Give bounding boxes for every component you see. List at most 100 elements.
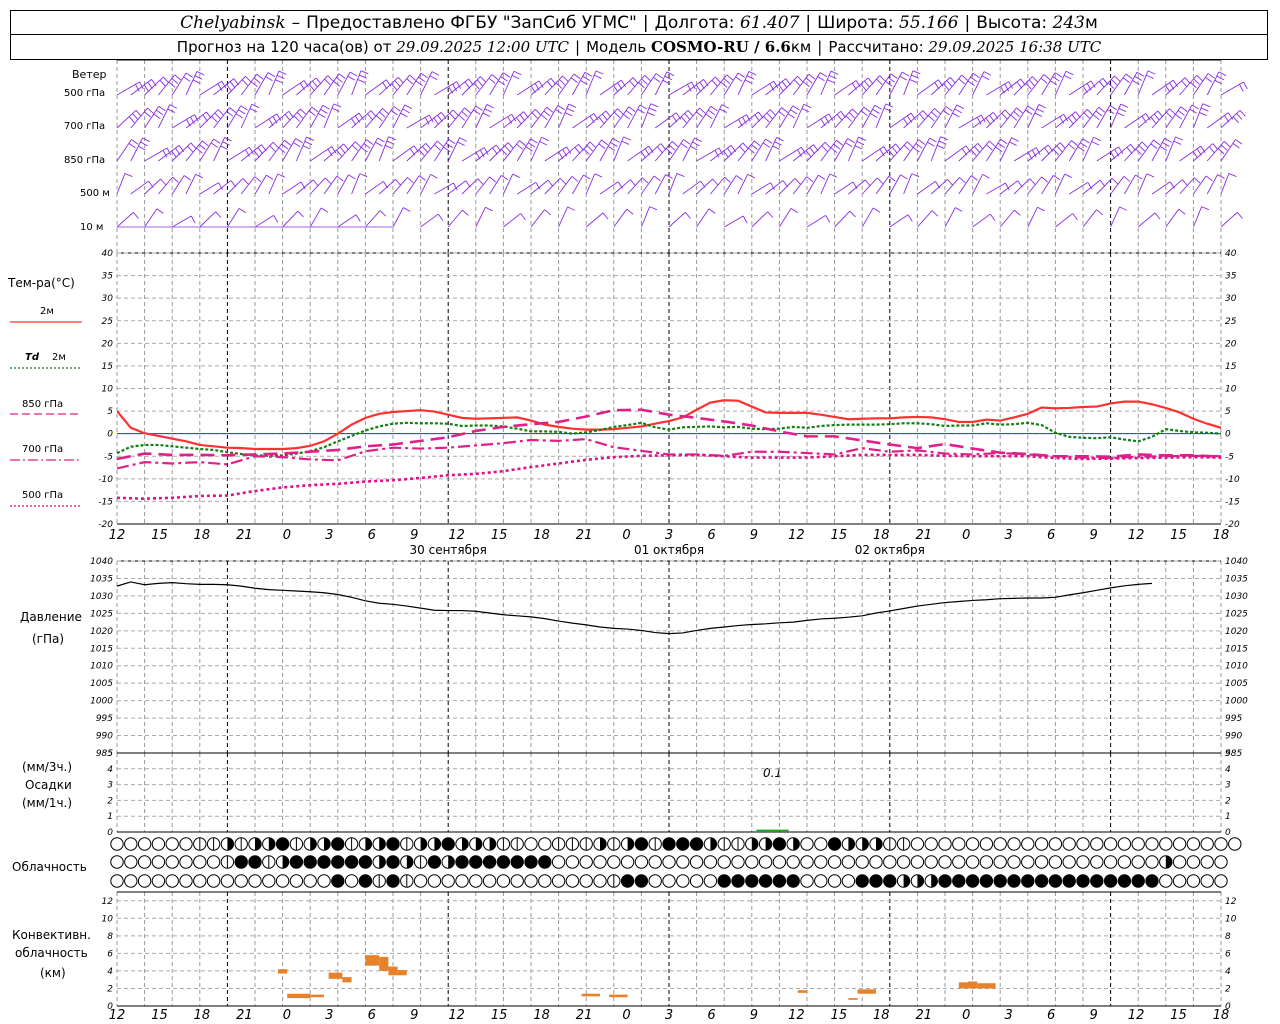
wind-barb-feather bbox=[653, 76, 661, 83]
wind-barb-feather bbox=[830, 70, 839, 75]
time-tick-label: 6 bbox=[1047, 528, 1055, 543]
wind-barb-feather bbox=[1199, 112, 1207, 116]
cloud-symbol bbox=[800, 837, 814, 851]
cloud-symbol-half bbox=[751, 837, 758, 851]
wind-barb-feather bbox=[222, 141, 230, 146]
ytick-left: 40 bbox=[102, 249, 114, 259]
wind-barb bbox=[254, 72, 269, 96]
wind-barb-feather bbox=[1091, 141, 1100, 146]
wind-barb-feather bbox=[776, 137, 784, 142]
wind-barb bbox=[130, 137, 144, 162]
cloud-symbol bbox=[524, 874, 538, 888]
wind-barb bbox=[309, 207, 322, 228]
wind-barb-feather bbox=[739, 145, 746, 153]
wind-barb-feather bbox=[860, 110, 868, 116]
ytick-right: 995 bbox=[1225, 714, 1242, 724]
wind-barb-feather bbox=[308, 110, 316, 116]
wind-barb-feather bbox=[848, 112, 856, 119]
wind-barb bbox=[834, 108, 853, 129]
wind-barb bbox=[806, 113, 830, 129]
ytick-right: -5 bbox=[1225, 452, 1234, 462]
wind-barb bbox=[944, 104, 958, 129]
wind-barb-feather bbox=[327, 75, 334, 82]
wind-barb-feather bbox=[1175, 114, 1183, 120]
ytick-right: 0 bbox=[1225, 430, 1231, 440]
wind-barb bbox=[751, 80, 775, 96]
cloud-symbol-half bbox=[227, 837, 234, 851]
wind-barb-feather bbox=[192, 79, 201, 84]
wind-barb-feather bbox=[737, 72, 745, 78]
wind-barb-feather bbox=[613, 111, 621, 119]
wind-barb-feather bbox=[936, 145, 945, 149]
wind-barb bbox=[903, 173, 913, 195]
wind-barb bbox=[378, 136, 389, 162]
wind-barb-feather bbox=[382, 108, 389, 115]
wind-barb-feather bbox=[1178, 208, 1186, 215]
cloud-symbol bbox=[165, 855, 179, 869]
wind-barb-feather bbox=[293, 142, 301, 148]
wind-barb bbox=[1096, 75, 1115, 96]
wind-barb-feather bbox=[970, 149, 977, 156]
wind-barb-feather bbox=[519, 114, 526, 122]
wind-barb bbox=[185, 111, 207, 129]
wind-barb bbox=[889, 214, 909, 228]
wind-barb bbox=[654, 112, 677, 129]
cloud-symbol bbox=[427, 874, 442, 888]
wind-barb-feather bbox=[265, 76, 273, 82]
wind-barb-feather bbox=[1201, 206, 1210, 211]
wind-barb-feather bbox=[666, 71, 675, 77]
wind-barb-feather bbox=[249, 108, 258, 113]
wind-barb-feather bbox=[512, 173, 521, 179]
wind-barb-feather bbox=[338, 73, 346, 79]
cloud-symbol bbox=[1062, 837, 1076, 851]
wind-barb-feather bbox=[278, 147, 286, 154]
time-tick-label: 21 bbox=[236, 1008, 253, 1023]
wind-barb-feather bbox=[641, 78, 648, 85]
cloud-symbol bbox=[896, 855, 911, 869]
wind-barb-feather bbox=[938, 79, 944, 87]
cloud-symbol bbox=[676, 874, 690, 888]
wind-barb-feather bbox=[1041, 176, 1049, 183]
wind-barb-feather bbox=[1083, 112, 1090, 119]
wind-barb-feather bbox=[821, 145, 828, 152]
cloud-symbol-half bbox=[917, 874, 924, 888]
wind-barb-feather bbox=[766, 112, 773, 120]
wind-barb bbox=[544, 75, 563, 96]
time-tick-label: 18 bbox=[194, 528, 211, 543]
wind-barb bbox=[696, 178, 713, 195]
wind-barb-feather bbox=[824, 116, 830, 124]
time-tick-label: 9 bbox=[410, 1008, 418, 1023]
wind-barb-feather bbox=[644, 75, 651, 82]
wind-barb bbox=[227, 105, 242, 129]
wind-barb bbox=[1027, 207, 1038, 228]
cloud-symbol-full bbox=[1021, 874, 1034, 888]
cloud-symbol bbox=[1172, 837, 1187, 851]
wind-barb-feather bbox=[632, 77, 639, 84]
ytick-left: 1040 bbox=[90, 557, 113, 567]
wind-barb-feather bbox=[1165, 111, 1173, 119]
wind-barb-feather bbox=[1237, 211, 1243, 219]
ytick-left: 8 bbox=[107, 932, 113, 942]
wind-barb bbox=[585, 70, 597, 96]
wind-barb bbox=[1206, 112, 1229, 129]
wind-barb-feather bbox=[571, 176, 579, 182]
wind-barb-feather bbox=[692, 141, 700, 147]
cloud-symbol-half bbox=[1165, 855, 1172, 869]
wind-barb bbox=[323, 103, 335, 129]
wind-barb-feather bbox=[909, 79, 918, 83]
ytick-left: 990 bbox=[96, 732, 113, 742]
wind-barb bbox=[944, 145, 967, 162]
wind-barb-feather bbox=[183, 76, 191, 82]
wind-barb-feather bbox=[765, 138, 773, 144]
wind-barb-feather bbox=[348, 174, 356, 180]
time-tick-label: 18 bbox=[533, 528, 550, 543]
wind-barb bbox=[972, 213, 991, 228]
wind-barb-feather bbox=[742, 142, 749, 150]
wind-barb-feather bbox=[1095, 110, 1103, 117]
wind-barb-feather bbox=[1114, 75, 1121, 82]
wind-barb-feather bbox=[1147, 70, 1156, 75]
wind-barb-feather bbox=[445, 142, 453, 149]
wind-barb-feather bbox=[430, 174, 438, 179]
wind-barb-feather bbox=[434, 144, 441, 151]
ytick-left: -10 bbox=[98, 475, 113, 485]
